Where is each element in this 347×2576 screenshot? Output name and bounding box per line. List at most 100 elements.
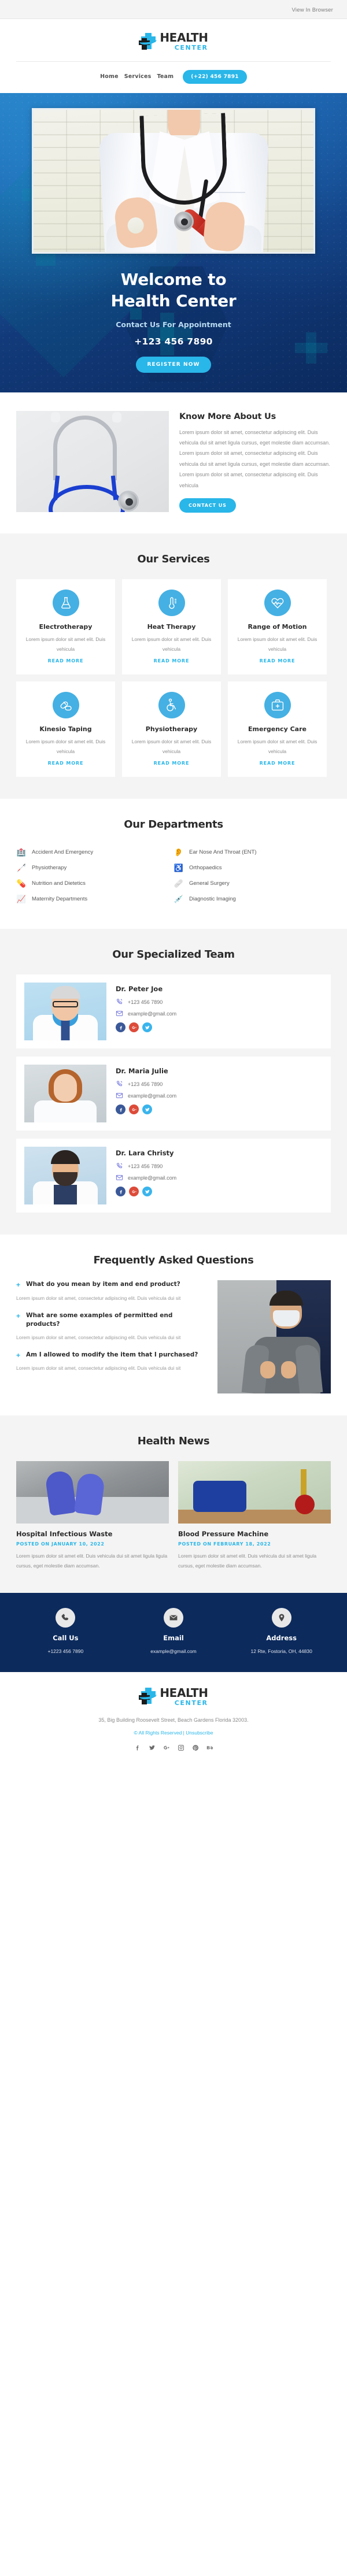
nav-item-team[interactable]: Team [157, 73, 174, 80]
footer-logo[interactable]: HEALTH CENTER [139, 1687, 208, 1706]
medical-cross-logo-icon [139, 32, 157, 50]
department-item[interactable]: 💉 Diagnostic Imaging [174, 891, 331, 907]
pinterest-icon[interactable] [192, 1744, 199, 1751]
hero-title-line1: Welcome to [120, 269, 227, 289]
facebook-icon[interactable] [134, 1744, 141, 1751]
google-plus-icon[interactable] [129, 1104, 139, 1115]
logo-text-secondary: CENTER [174, 44, 208, 51]
team-member-phone[interactable]: +123 456 7890 [116, 1080, 323, 1088]
team-member-phone[interactable]: +123 456 7890 [116, 1162, 323, 1170]
preheader-bar: View In Browser [0, 0, 347, 19]
news-section: Health News Hospital Infectious Waste PO… [0, 1415, 347, 1593]
logo[interactable]: HEALTH CENTER [139, 32, 208, 51]
instagram-icon[interactable] [178, 1744, 184, 1751]
service-card[interactable]: Emergency Care Lorem ipsum dolor sit ame… [228, 681, 327, 777]
service-read-more-link[interactable]: READ MORE [260, 761, 296, 766]
service-card[interactable]: Heat Therapy Lorem ipsum dolor sit amet … [122, 579, 221, 675]
department-label: Nutrition and Dietetics [32, 880, 86, 887]
unsubscribe-link[interactable]: Unsubscribe [186, 1730, 213, 1736]
email-page: View In Browser HEALTH CENTER Home Servi… [0, 0, 347, 1771]
team-member-email[interactable]: example@gmail.com [116, 1092, 323, 1099]
service-read-more-link[interactable]: READ MORE [48, 658, 84, 664]
facebook-icon[interactable] [116, 1187, 125, 1197]
department-item[interactable]: ♿ Orthopaedics [174, 860, 331, 876]
medical-cross-logo-icon [139, 1688, 157, 1705]
faq-item[interactable]: + Am I allowed to modify the item that I… [16, 1351, 208, 1373]
behance-icon[interactable] [206, 1744, 213, 1751]
service-read-more-link[interactable]: READ MORE [260, 658, 296, 664]
service-name: Physiotherapy [145, 725, 198, 733]
department-item[interactable]: 👂 Ear Nose And Throat (ENT) [174, 844, 331, 860]
twitter-icon[interactable] [149, 1744, 156, 1751]
team-member-card: Dr. Lara Christy +123 456 7890 example@g… [16, 1139, 331, 1213]
register-now-button[interactable]: REGISTER NOW [135, 356, 212, 373]
departments-section: Our Departments 🏥 Accident And Emergency … [0, 799, 347, 929]
nav-phone-button[interactable]: (+22) 456 7891 [183, 69, 247, 84]
faq-answer: Lorem ipsum dolor sit amet, consectetur … [16, 1334, 181, 1340]
service-card[interactable]: Physiotherapy Lorem ipsum dolor sit amet… [122, 681, 221, 777]
faq-item[interactable]: + What are some examples of permitted en… [16, 1311, 208, 1342]
contact-call-label: Call Us [53, 1633, 79, 1642]
nav-item-services[interactable]: Services [124, 73, 152, 80]
plus-icon[interactable]: + [16, 1351, 21, 1360]
plus-icon[interactable]: + [16, 1280, 21, 1289]
service-read-more-link[interactable]: READ MORE [154, 658, 190, 664]
department-item[interactable]: 📈 Maternity Departments [16, 891, 174, 907]
team-member-email-value: example@gmail.com [128, 1010, 177, 1017]
phone-icon [56, 1607, 76, 1628]
twitter-icon[interactable] [142, 1022, 152, 1033]
about-section: Know More About Us Lorem ipsum dolor sit… [0, 392, 347, 534]
facebook-icon[interactable] [116, 1022, 125, 1033]
heart-pulse-icon [264, 590, 291, 617]
nav-item-home[interactable]: Home [100, 73, 119, 80]
facebook-icon[interactable] [116, 1104, 125, 1115]
footer-rights-text: © All Rights Reserved | [134, 1730, 186, 1736]
department-item[interactable]: 🦯 Physiotherapy [16, 860, 174, 876]
contact-us-button[interactable]: CONTACT US [179, 498, 236, 513]
service-card[interactable]: Range of Motion Lorem ipsum dolor sit am… [228, 579, 327, 675]
contact-email[interactable]: Email example@gmail.com [120, 1607, 228, 1656]
faq-list: + What do you mean by item and end produ… [16, 1280, 208, 1393]
news-card-date: POSTED ON FEBRUARY 18, 2022 [178, 1541, 271, 1547]
plus-icon[interactable]: + [16, 1311, 21, 1321]
news-card[interactable]: Hospital Infectious Waste POSTED ON JANU… [16, 1461, 169, 1570]
footer: HEALTH CENTER 35, Big Building Roosevelt… [0, 1671, 347, 1771]
departments-grid: 🏥 Accident And Emergency 👂 Ear Nose And Th… [16, 844, 331, 907]
team-member-phone[interactable]: +123 456 7890 [116, 998, 323, 1006]
hero-title-line2: Health Center [110, 291, 237, 311]
about-image-stethoscope [16, 410, 169, 512]
department-item[interactable]: 🏥 Accident And Emergency [16, 844, 174, 860]
department-label: Accident And Emergency [32, 849, 94, 856]
avatar [24, 983, 106, 1041]
contact-call-us[interactable]: Call Us +1223 456 7890 [12, 1607, 120, 1656]
service-read-more-link[interactable]: READ MORE [154, 761, 190, 766]
footer-address: 35, Big Building Roosevelt Street, Beach… [98, 1717, 249, 1723]
team-member-email[interactable]: example@gmail.com [116, 1010, 323, 1017]
view-in-browser-link[interactable]: View In Browser [292, 7, 333, 13]
team-member-card: Dr. Maria Julie +123 456 7890 example@gm… [16, 1057, 331, 1131]
google-plus-icon[interactable] [129, 1187, 139, 1197]
news-card[interactable]: Blood Pressure Machine POSTED ON FEBRUAR… [178, 1461, 331, 1570]
contact-bar: Call Us +1223 456 7890 Email example@gma… [0, 1592, 347, 1672]
team-member-name: Dr. Peter Joe [116, 985, 163, 994]
navigation-bar: Home Services Team (+22) 456 7891 [0, 61, 347, 93]
team-member-phone-value: +123 456 7890 [128, 999, 163, 1005]
footer-logo-text-primary: HEALTH [160, 1685, 208, 1700]
contact-address[interactable]: Address 12 Rte, Fostoria, OH, 44830 [227, 1607, 335, 1656]
team-member-phone-value: +123 456 7890 [128, 1081, 163, 1087]
department-item[interactable]: 🩹 General Surgery [174, 876, 331, 891]
twitter-icon[interactable] [142, 1104, 152, 1115]
department-item[interactable]: 💊 Nutrition and Dietetics [16, 876, 174, 891]
google-plus-icon[interactable] [129, 1022, 139, 1033]
services-grid: Electrotherapy Lorem ipsum dolor sit ame… [16, 579, 331, 777]
google-plus-icon[interactable] [163, 1744, 170, 1751]
team-member-email[interactable]: example@gmail.com [116, 1174, 323, 1181]
service-card[interactable]: Electrotherapy Lorem ipsum dolor sit ame… [16, 579, 115, 675]
faq-item[interactable]: + What do you mean by item and end produ… [16, 1280, 208, 1303]
about-title: Know More About Us [179, 412, 276, 421]
service-card[interactable]: Kinesio Taping Lorem ipsum dolor sit ame… [16, 681, 115, 777]
twitter-icon[interactable] [142, 1187, 152, 1197]
service-name: Heat Therapy [147, 623, 196, 631]
service-desc: Lorem ipsum dolor sit amet elit. Duis ve… [131, 636, 212, 652]
service-read-more-link[interactable]: READ MORE [48, 761, 84, 766]
